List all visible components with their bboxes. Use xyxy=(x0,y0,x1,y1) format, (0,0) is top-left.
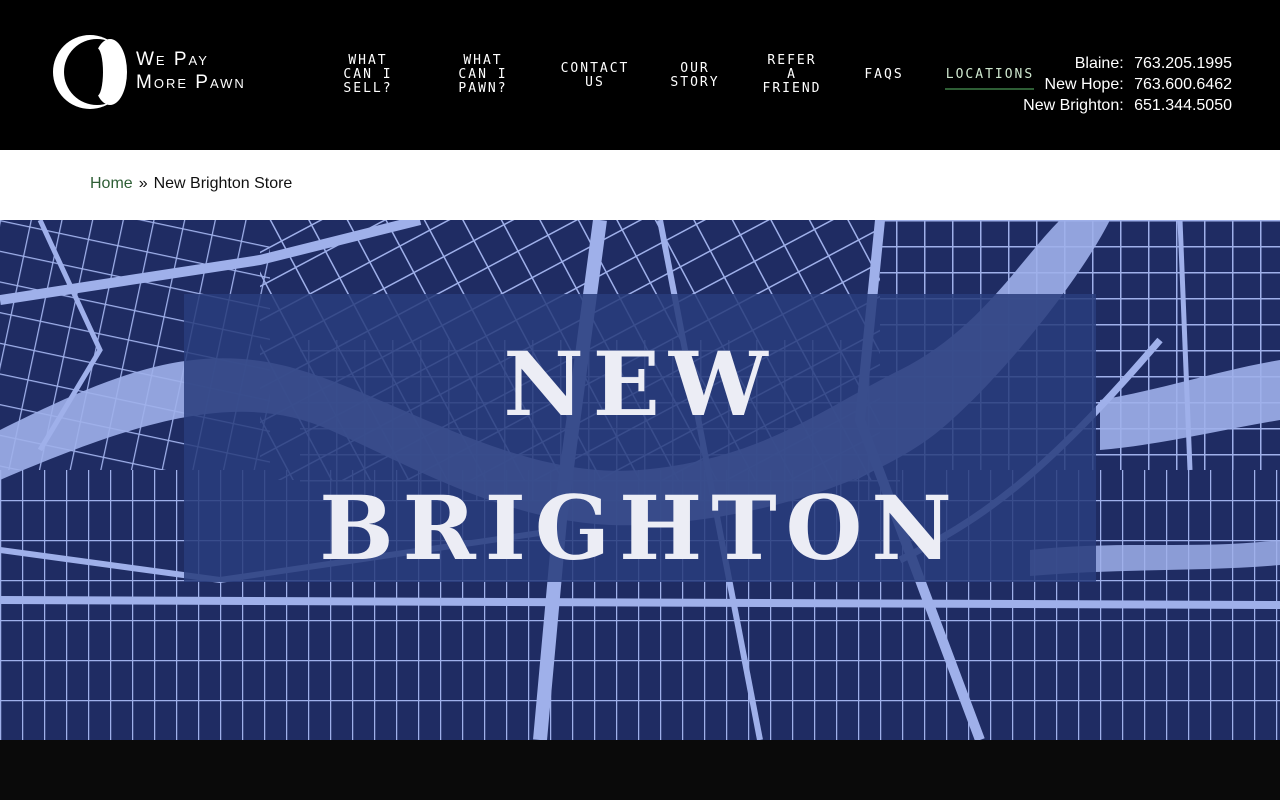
nav-our-story[interactable]: OUR STORY xyxy=(664,60,726,92)
hero-title-line-1: NEW xyxy=(503,332,777,436)
phone-list: Blaine: 763.205.1995 New Hope: 763.600.6… xyxy=(1023,53,1232,116)
phone-number-link[interactable]: 763.600.6462 xyxy=(1134,76,1232,93)
logo-link[interactable]: We Pay More Pawn xyxy=(50,34,302,110)
phone-location-label: New Brighton: xyxy=(1023,97,1124,114)
logo-line-2: More Pawn xyxy=(136,72,246,93)
phone-number-link[interactable]: 651.344.5050 xyxy=(1134,97,1232,114)
logo-line-1: We Pay xyxy=(136,49,209,70)
nav-contact-us[interactable]: CONTACT US xyxy=(555,60,635,92)
logo-crescent-icon xyxy=(53,35,130,109)
page-bottom-strip xyxy=(0,740,1280,800)
hero-title-line-2: BRIGHTON xyxy=(319,476,961,580)
nav-faqs[interactable]: FAQS xyxy=(858,66,910,84)
logo-text: We Pay More Pawn xyxy=(136,48,246,94)
phone-location-label: Blaine: xyxy=(1074,55,1124,72)
breadcrumb-bar: Home » New Brighton Store xyxy=(0,150,1280,220)
nav-refer-a-friend[interactable]: REFER A FRIEND xyxy=(758,52,826,98)
nav-what-can-i-pawn[interactable]: WHAT CAN I PAWN? xyxy=(442,52,524,98)
site-header: We Pay More Pawn WHAT CAN I SELL? WHAT C… xyxy=(0,0,1280,150)
phone-new-brighton: New Brighton: 651.344.5050 xyxy=(1023,95,1232,116)
phone-number-link[interactable]: 763.205.1995 xyxy=(1134,55,1232,72)
breadcrumb: Home » New Brighton Store xyxy=(90,175,292,193)
hero-title-box: NEW BRIGHTON xyxy=(184,294,1096,582)
breadcrumb-home-link[interactable]: Home xyxy=(90,175,133,192)
nav-what-can-i-sell[interactable]: WHAT CAN I SELL? xyxy=(328,52,408,98)
phone-location-label: New Hope: xyxy=(1044,76,1124,93)
nav-active-indicator xyxy=(945,88,1034,90)
hero-title: NEW BRIGHTON xyxy=(184,312,1096,600)
hero-banner: NEW BRIGHTON xyxy=(0,220,1280,740)
breadcrumb-separator: » xyxy=(138,175,148,192)
phone-blaine: Blaine: 763.205.1995 xyxy=(1023,53,1232,74)
phone-new-hope: New Hope: 763.600.6462 xyxy=(1023,74,1232,95)
breadcrumb-current: New Brighton Store xyxy=(153,175,293,192)
